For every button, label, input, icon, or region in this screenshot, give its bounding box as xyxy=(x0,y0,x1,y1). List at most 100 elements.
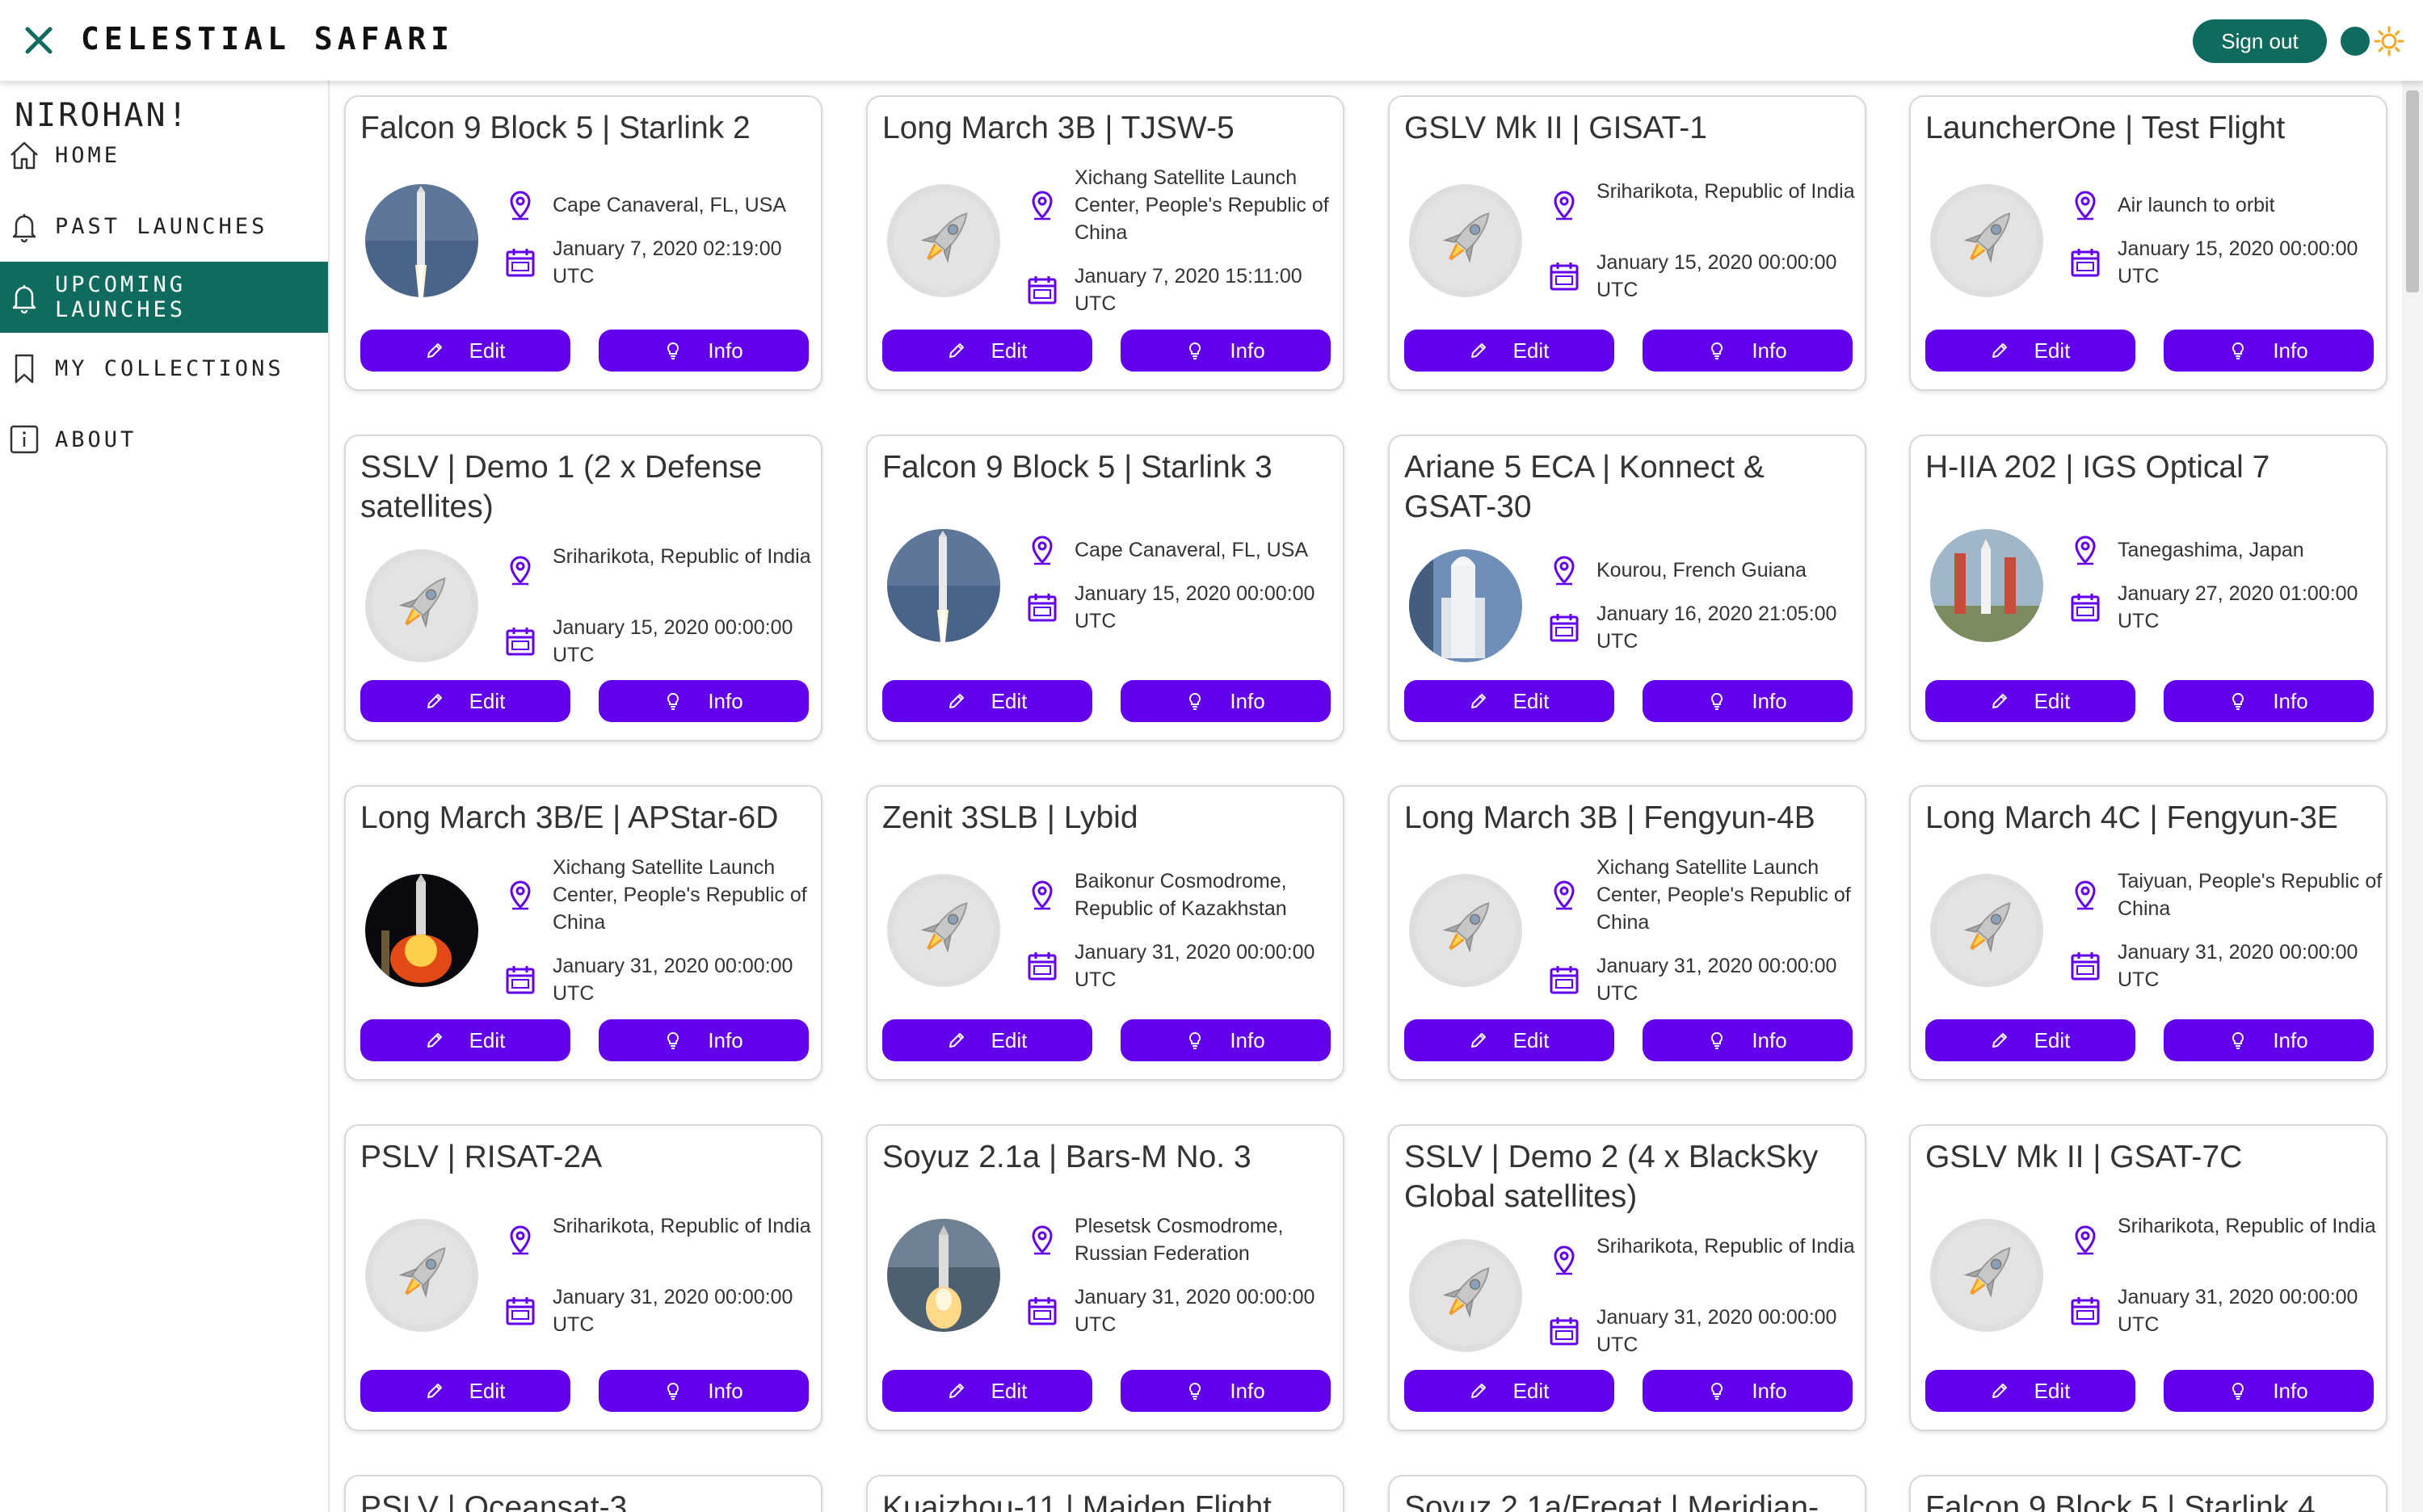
launch-title: H-IIA 202 | IGS Optical 7 xyxy=(1925,450,2270,485)
launch-date-row: January 15, 2020 00:00:00 UTC xyxy=(504,614,811,669)
info-button[interactable]: Info xyxy=(2164,1370,2374,1412)
info-button[interactable]: Info xyxy=(2164,330,2374,372)
launch-image xyxy=(887,529,1000,642)
launch-image xyxy=(365,184,478,297)
info-button[interactable]: Info xyxy=(599,1019,809,1061)
launch-location-row: Baikonur Cosmodrome, Republic of Kazakhs… xyxy=(1026,867,1333,922)
info-button-label: Info xyxy=(2273,1027,2308,1052)
launch-date-row: January 31, 2020 00:00:00 UTC xyxy=(1026,1283,1333,1338)
info-button[interactable]: Info xyxy=(2164,680,2374,722)
launch-location: Xichang Satellite Launch Center, People'… xyxy=(1596,856,1851,934)
lightbulb-icon xyxy=(664,1031,695,1049)
info-button[interactable]: Info xyxy=(599,1370,809,1412)
launch-location: Xichang Satellite Launch Center, People'… xyxy=(1075,166,1329,244)
calendar-icon xyxy=(1026,274,1058,306)
edit-button[interactable]: Edit xyxy=(1404,1019,1614,1061)
info-button-label: Info xyxy=(708,1378,743,1403)
scrollbar-thumb[interactable] xyxy=(2406,90,2419,292)
launch-location: Cape Canaveral, FL, USA xyxy=(553,194,787,216)
info-button[interactable]: Info xyxy=(1643,1370,1853,1412)
rocket-placeholder-image xyxy=(1930,184,2043,297)
calendar-icon xyxy=(504,964,536,996)
edit-button-label: Edit xyxy=(991,338,1028,363)
edit-button[interactable]: Edit xyxy=(1925,1019,2135,1061)
edit-button[interactable]: Edit xyxy=(1925,680,2135,722)
edit-button[interactable]: Edit xyxy=(360,1370,570,1412)
sidebar-item-label: Home xyxy=(55,142,121,168)
edit-button[interactable]: Edit xyxy=(882,1370,1092,1412)
launch-location-row: Xichang Satellite Launch Center, People'… xyxy=(1026,164,1333,246)
pencil-icon xyxy=(948,692,978,710)
top-app-bar: CELESTIAL SAFARI Sign out xyxy=(0,0,2423,81)
info-button[interactable]: Info xyxy=(1121,680,1331,722)
edit-button[interactable]: Edit xyxy=(360,330,570,372)
launch-location-row: Sriharikota, Republic of India xyxy=(504,1212,811,1267)
info-button[interactable]: Info xyxy=(1121,1370,1331,1412)
edit-button[interactable]: Edit xyxy=(1404,1370,1614,1412)
launch-title: Kuaizhou-11 | Maiden Flight xyxy=(882,1490,1272,1512)
edit-button[interactable]: Edit xyxy=(882,680,1092,722)
info-button[interactable]: Info xyxy=(1121,1019,1331,1061)
edit-button[interactable]: Edit xyxy=(882,330,1092,372)
calendar-icon xyxy=(504,1295,536,1327)
launch-date: January 31, 2020 00:00:00 UTC xyxy=(2118,1286,2358,1336)
rocket-placeholder-image xyxy=(1930,1219,2043,1332)
theme-toggle[interactable] xyxy=(2341,25,2405,57)
info-button[interactable]: Info xyxy=(599,330,809,372)
launch-location: Plesetsk Cosmodrome, Russian Federation xyxy=(1075,1215,1284,1265)
launch-card: Zenit 3SLB | Lybid Baikonur Cosmodrome, … xyxy=(866,785,1344,1081)
edit-button-label: Edit xyxy=(2034,338,2071,363)
launch-card: SSLV | Demo 2 (4 x BlackSky Global satel… xyxy=(1388,1124,1866,1431)
sidebar-item-about[interactable]: About xyxy=(0,404,328,475)
rocket-placeholder-image xyxy=(1409,184,1522,297)
edit-button[interactable]: Edit xyxy=(882,1019,1092,1061)
launch-title: Long March 3B | Fengyun-4B xyxy=(1404,800,1815,835)
info-button[interactable]: Info xyxy=(599,680,809,722)
edit-button[interactable]: Edit xyxy=(1925,330,2135,372)
bell-icon xyxy=(6,279,42,315)
edit-button[interactable]: Edit xyxy=(1925,1370,2135,1412)
sidebar-item-my-collections[interactable]: My Collections xyxy=(0,333,328,404)
sidebar-item-home[interactable]: Home xyxy=(0,120,328,191)
info-button[interactable]: Info xyxy=(1643,1019,1853,1061)
calendar-icon xyxy=(2069,950,2101,982)
pencil-icon xyxy=(1470,1031,1500,1049)
info-button[interactable]: Info xyxy=(2164,1019,2374,1061)
info-button[interactable]: Info xyxy=(1643,330,1853,372)
info-button-label: Info xyxy=(2273,1378,2308,1403)
sun-icon xyxy=(2374,26,2404,57)
sign-out-button[interactable]: Sign out xyxy=(2193,19,2327,63)
info-button[interactable]: Info xyxy=(1121,330,1331,372)
launch-location-row: Plesetsk Cosmodrome, Russian Federation xyxy=(1026,1212,1333,1267)
lightbulb-icon xyxy=(664,342,695,359)
launch-title: PSLV | RISAT-2A xyxy=(360,1140,603,1174)
pencil-icon xyxy=(426,692,456,710)
lightbulb-icon xyxy=(1186,692,1217,710)
launch-location-row: Cape Canaveral, FL, USA xyxy=(504,191,811,220)
edit-button[interactable]: Edit xyxy=(360,680,570,722)
close-icon[interactable] xyxy=(21,23,57,58)
launch-card: LauncherOne | Test Flight Air launch to … xyxy=(1909,95,2387,391)
edit-button[interactable]: Edit xyxy=(1404,330,1614,372)
location-pin-icon xyxy=(2069,1224,2101,1256)
scrollbar[interactable] xyxy=(2402,81,2423,1512)
lightbulb-icon xyxy=(664,692,695,710)
edit-button-label: Edit xyxy=(469,1378,506,1403)
edit-button[interactable]: Edit xyxy=(360,1019,570,1061)
app-title: CELESTIAL SAFARI xyxy=(81,21,455,57)
rocket-placeholder-image xyxy=(887,874,1000,987)
launch-grid: Falcon 9 Block 5 | Starlink 2 Cape Canav… xyxy=(330,81,2402,1512)
sidebar-item-upcoming-launches[interactable]: Upcoming Launches xyxy=(0,262,328,333)
launch-date: January 15, 2020 00:00:00 UTC xyxy=(1596,251,1837,301)
info-button[interactable]: Info xyxy=(1643,680,1853,722)
launch-location-row: Taiyuan, People's Republic of China xyxy=(2069,867,2382,922)
launch-location: Sriharikota, Republic of India xyxy=(553,545,811,568)
edit-button[interactable]: Edit xyxy=(1404,680,1614,722)
info-button-label: Info xyxy=(1230,1378,1265,1403)
rocket-placeholder-image xyxy=(365,549,478,662)
sidebar-item-past-launches[interactable]: Past Launches xyxy=(0,191,328,262)
location-pin-icon xyxy=(2069,534,2101,566)
info-button-label: Info xyxy=(1752,1378,1787,1403)
lightbulb-icon xyxy=(1186,342,1217,359)
launch-location: Sriharikota, Republic of India xyxy=(553,1215,811,1237)
